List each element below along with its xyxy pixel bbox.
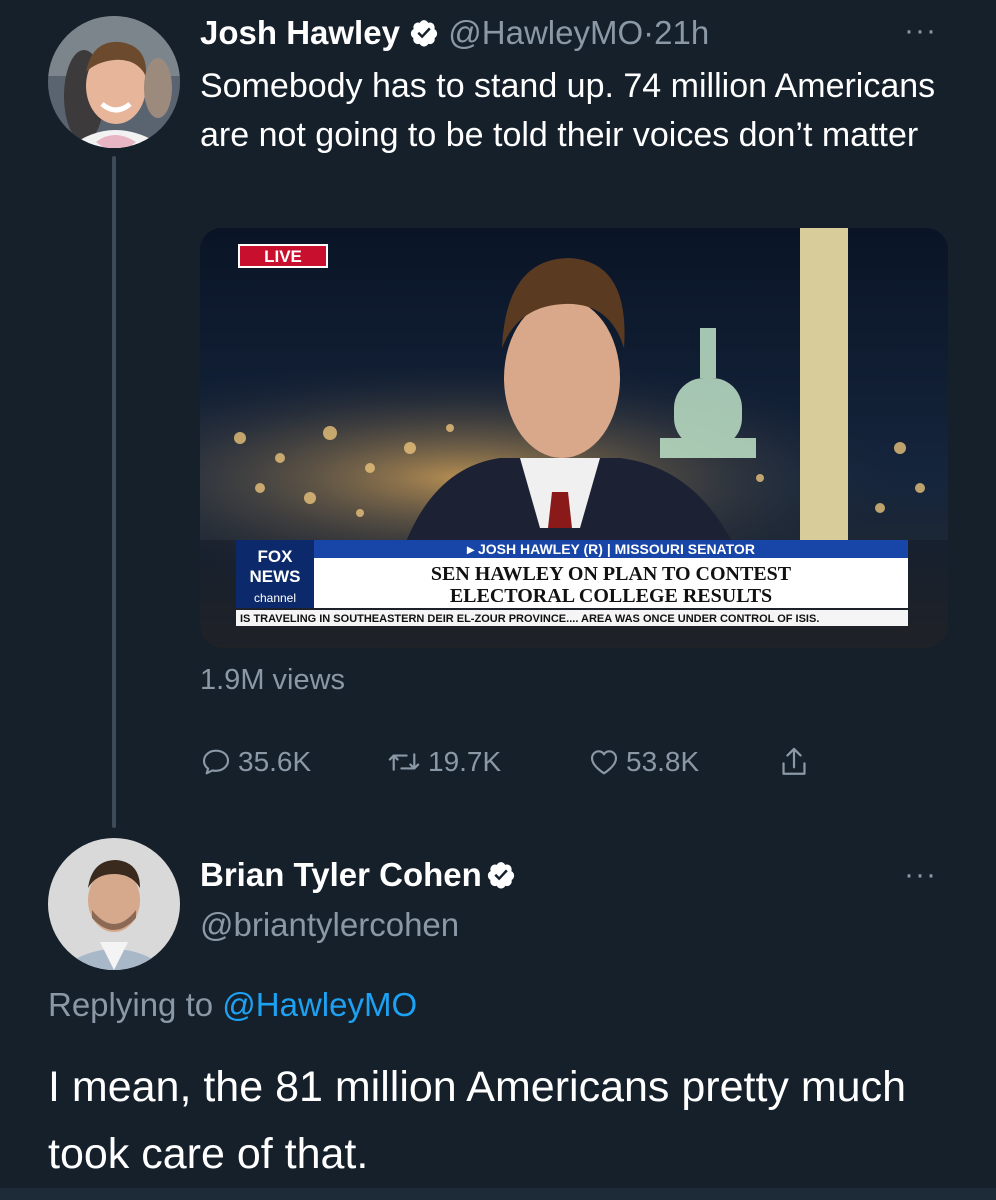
more-options-icon[interactable]: ··· bbox=[904, 14, 937, 48]
reply-count: 35.6K bbox=[238, 746, 312, 777]
avatar-photo bbox=[48, 16, 180, 148]
live-badge: LIVE bbox=[264, 247, 302, 266]
tweet2-text: I mean, the 81 million Americans pretty … bbox=[48, 1063, 906, 1178]
retweet-icon bbox=[388, 753, 420, 771]
news-ticker: IS TRAVELING IN SOUTHEASTERN DEIR EL-ZOU… bbox=[240, 613, 819, 625]
heart-icon bbox=[590, 750, 618, 775]
tweet-video[interactable]: LIVE FOX NEWS channel ▸ JOSH HAWLEY (R) … bbox=[200, 228, 948, 648]
tweet-timestamp[interactable]: 21h bbox=[654, 14, 709, 51]
avatar-photo bbox=[48, 838, 180, 970]
lower-third-headline-2: ELECTORAL COLLEGE RESULTS bbox=[450, 585, 772, 607]
lower-third-headline-1: SEN HAWLEY ON PLAN TO CONTEST bbox=[431, 563, 792, 585]
bottom-edge bbox=[0, 1188, 996, 1200]
more-options-icon[interactable]: ··· bbox=[904, 858, 937, 892]
like-count: 53.8K bbox=[626, 746, 700, 777]
avatar-brian-tyler-cohen[interactable] bbox=[48, 838, 180, 970]
share-button[interactable] bbox=[778, 744, 816, 780]
reply-button[interactable]: 35.6K bbox=[200, 744, 311, 780]
replying-prefix: Replying to bbox=[48, 986, 214, 1023]
author-name[interactable]: Josh Hawley bbox=[200, 14, 400, 51]
reply-icon bbox=[202, 749, 230, 775]
tweet2-header: Brian Tyler Cohen bbox=[200, 856, 516, 894]
replying-to-link[interactable]: @HawleyMO bbox=[222, 986, 417, 1023]
verified-badge-icon bbox=[410, 20, 438, 47]
monument bbox=[800, 228, 848, 558]
thread-connector-line bbox=[112, 156, 116, 828]
author-handle[interactable]: @HawleyMO bbox=[448, 14, 643, 51]
verified-badge-icon bbox=[488, 862, 515, 889]
svg-text:channel: channel bbox=[254, 591, 296, 605]
lower-third-name: ▸ JOSH HAWLEY (R) | MISSOURI SENATOR bbox=[466, 541, 755, 557]
author-handle[interactable]: @briantylercohen bbox=[200, 906, 459, 944]
tweet1-header: Josh Hawley @HawleyMO·21h bbox=[200, 14, 709, 52]
video-frame: LIVE FOX NEWS channel ▸ JOSH HAWLEY (R) … bbox=[200, 228, 948, 648]
author-name[interactable]: Brian Tyler Cohen bbox=[200, 856, 482, 893]
retweet-button[interactable]: 19.7K bbox=[386, 744, 501, 780]
like-button[interactable]: 53.8K bbox=[588, 744, 699, 780]
share-icon bbox=[782, 747, 806, 775]
retweet-count: 19.7K bbox=[428, 746, 502, 777]
view-count: 1.9M views bbox=[200, 664, 346, 696]
svg-text:NEWS: NEWS bbox=[250, 567, 301, 586]
replying-to-line: Replying to @HawleyMO bbox=[48, 986, 417, 1024]
dot-separator: · bbox=[643, 14, 655, 51]
avatar-josh-hawley[interactable] bbox=[48, 16, 180, 148]
tweet1-text: Somebody has to stand up. 74 million Ame… bbox=[200, 67, 936, 154]
svg-text:FOX: FOX bbox=[258, 547, 294, 566]
